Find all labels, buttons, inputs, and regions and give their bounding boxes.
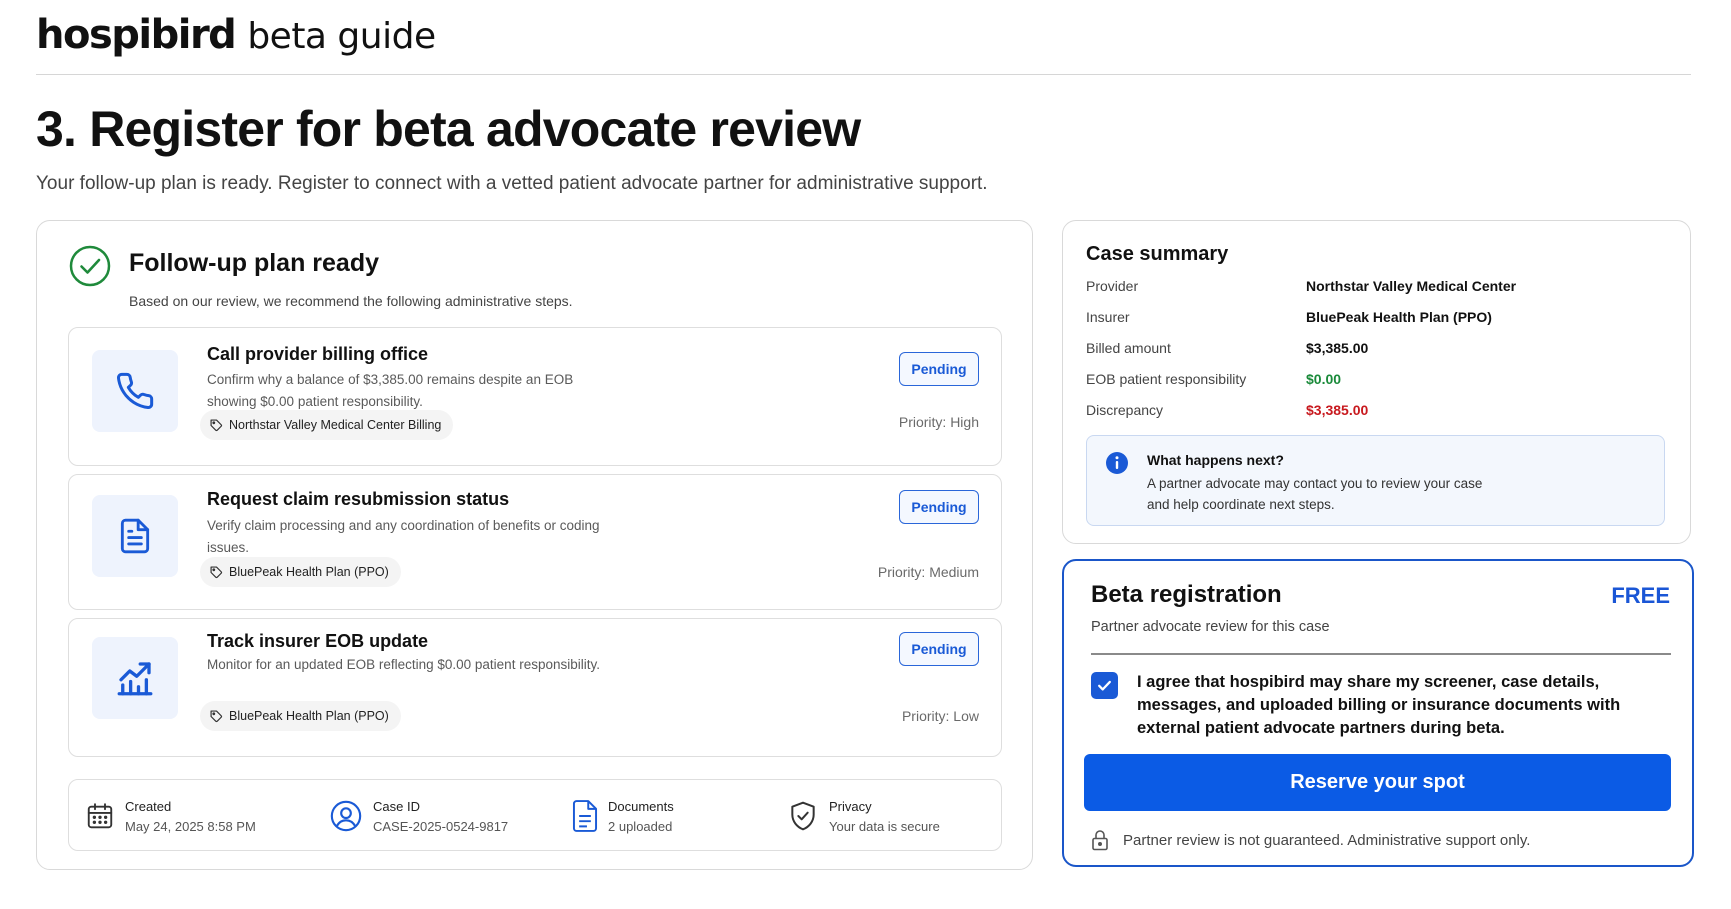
what-happens-next-box: What happens next? A partner advocate ma… (1086, 435, 1665, 526)
step-tag-label: BluePeak Health Plan (PPO) (229, 565, 389, 579)
status-badge: Pending (899, 632, 979, 666)
summary-value: $3,385.00 (1306, 340, 1369, 356)
summary-value: Northstar Valley Medical Center (1306, 278, 1517, 294)
page-subtitle: Your follow-up plan is ready. Register t… (36, 173, 988, 194)
case-meta-bar: Created May 24, 2025 8:58 PM Case ID CAS… (68, 779, 1002, 851)
status-badge: Pending (899, 490, 979, 524)
meta-created: Created May 24, 2025 8:58 PM (85, 780, 256, 852)
meta-documents[interactable]: Documents 2 uploaded (572, 780, 674, 852)
step-tag: BluePeak Health Plan (PPO) (200, 557, 401, 587)
created-value: May 24, 2025 8:58 PM (125, 818, 256, 834)
chart-trend-icon (92, 637, 178, 719)
privacy-value: Your data is secure (829, 818, 940, 834)
brand-suffix: beta guide (247, 16, 436, 57)
step-card-claim-resubmission[interactable]: Request claim resubmission status Verify… (68, 474, 1002, 610)
summary-row-provider: Provider Northstar Valley Medical Center (1086, 278, 1646, 298)
step-tag-label: BluePeak Health Plan (PPO) (229, 709, 389, 723)
step-description: Confirm why a balance of $3,385.00 remai… (207, 372, 574, 409)
created-label: Created (125, 798, 172, 814)
step-tag: BluePeak Health Plan (PPO) (200, 701, 401, 731)
summary-value: $3,385.00 (1306, 402, 1369, 418)
step-tag-label: Northstar Valley Medical Center Billing (229, 418, 442, 432)
case-id-label: Case ID (373, 798, 420, 814)
shield-check-icon (791, 801, 815, 831)
header-divider (36, 74, 1691, 75)
summary-row-eob-responsibility: EOB patient responsibility $0.00 (1086, 371, 1646, 391)
reserve-spot-button[interactable]: Reserve your spot (1084, 754, 1671, 811)
registration-footer: Partner review is not guaranteed. Admini… (1091, 829, 1530, 851)
brand-logo[interactable]: hospibird (36, 12, 237, 58)
plan-subtitle: Based on our review, we recommend the fo… (129, 293, 573, 309)
documents-label: Documents (608, 798, 674, 814)
beta-registration-card: Beta registration FREE Partner advocate … (1062, 559, 1694, 867)
step-tag: Northstar Valley Medical Center Billing (200, 410, 454, 440)
summary-key: Billed amount (1086, 340, 1171, 356)
app-header: hospibird beta guide (36, 12, 436, 62)
follow-up-plan-card: Follow-up plan ready Based on our review… (36, 220, 1033, 870)
case-id-value: CASE-2025-0524-9817 (373, 818, 509, 834)
registration-title: Beta registration (1091, 581, 1282, 608)
calendar-icon (87, 803, 113, 829)
lock-icon (1092, 830, 1108, 851)
priority-label: Priority: High (898, 414, 979, 430)
summary-key: Discrepancy (1086, 402, 1164, 418)
step-title: Request claim resubmission status (207, 489, 510, 509)
summary-title: Case summary (1086, 243, 1229, 265)
priority-label: Priority: Low (901, 708, 979, 724)
price-badge: FREE (1611, 583, 1670, 608)
consent-checkbox[interactable] (1091, 672, 1118, 699)
info-title: What happens next? (1147, 452, 1284, 468)
summary-row-discrepancy: Discrepancy $3,385.00 (1086, 402, 1646, 422)
document-icon (572, 800, 598, 832)
step-card-track-eob[interactable]: Track insurer EOB update Monitor for an … (68, 618, 1002, 757)
checkmark-icon (1098, 680, 1111, 691)
status-badge: Pending (899, 352, 979, 386)
step-title: Track insurer EOB update (207, 631, 429, 651)
plan-title: Follow-up plan ready (129, 249, 380, 277)
user-circle-icon (330, 800, 362, 832)
phone-icon (92, 350, 178, 432)
tag-icon (210, 709, 223, 722)
registration-subtitle: Partner advocate review for this case (1091, 619, 1330, 635)
step-description: Monitor for an updated EOB reflecting $0… (207, 657, 600, 672)
step-title: Call provider billing office (207, 344, 429, 364)
meta-privacy: Privacy Your data is secure (787, 780, 940, 852)
check-circle-icon (69, 245, 111, 287)
summary-row-insurer: Insurer BluePeak Health Plan (PPO) (1086, 309, 1646, 329)
documents-value: 2 uploaded (608, 818, 673, 834)
summary-key: Insurer (1086, 309, 1130, 325)
summary-value: $0.00 (1306, 371, 1342, 387)
page-title: 3. Register for beta advocate review (36, 101, 861, 157)
tag-icon (210, 565, 223, 578)
priority-label: Priority: Medium (877, 564, 979, 580)
summary-key: Provider (1086, 278, 1139, 294)
case-summary-card: Case summary Provider Northstar Valley M… (1062, 220, 1691, 544)
summary-key: EOB patient responsibility (1086, 371, 1247, 387)
registration-divider (1091, 653, 1671, 655)
tag-icon (210, 418, 223, 431)
footer-note: Partner review is not guaranteed. Admini… (1123, 831, 1531, 849)
consent-label[interactable]: I agree that hospibird may share my scre… (1137, 671, 1637, 740)
privacy-label: Privacy (829, 798, 872, 814)
document-icon (92, 495, 178, 577)
step-card-call-billing[interactable]: Call provider billing office Confirm why… (68, 327, 1002, 466)
summary-value: BluePeak Health Plan (PPO) (1306, 309, 1492, 325)
info-text: A partner advocate may contact you to re… (1147, 476, 1483, 512)
info-icon (1106, 452, 1128, 474)
summary-row-billed: Billed amount $3,385.00 (1086, 340, 1646, 360)
meta-case-id: Case ID CASE-2025-0524-9817 (329, 780, 508, 852)
step-description: Verify claim processing and any coordina… (207, 518, 600, 555)
